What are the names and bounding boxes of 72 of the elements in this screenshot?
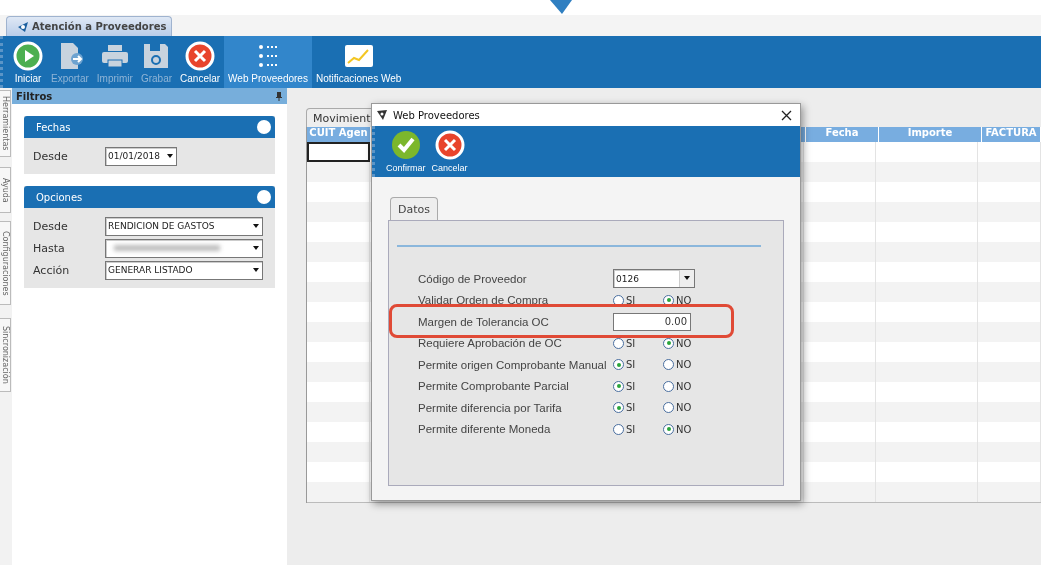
close-icon[interactable] (781, 109, 792, 121)
field-label: Desde (33, 219, 69, 233)
field-label: Código de Proveedor (418, 272, 528, 285)
dropdown-field[interactable]: 0126 (613, 269, 695, 289)
app-tab[interactable]: Atención a Proveedores (6, 16, 173, 36)
field-label: Margen de Tolerancia OC (418, 315, 550, 328)
toolbar-button[interactable]: Cancelar (176, 36, 225, 88)
radio-button[interactable] (613, 380, 624, 392)
dropdown-field[interactable]: GENERAR LISTADO (105, 260, 263, 280)
toolbar-button[interactable]: Cancelar (428, 126, 471, 177)
side-tab[interactable]: Configuraciones (0, 221, 11, 305)
side-tab[interactable]: Sincronización (0, 318, 11, 392)
pin-icon[interactable] (276, 91, 282, 101)
radio-option[interactable]: SI (613, 359, 646, 371)
dropdown-field[interactable]: RENDICION DE GASTOS (105, 216, 263, 236)
app-logo-icon (17, 20, 29, 33)
collapse-icon[interactable] (257, 120, 271, 134)
radio-button[interactable] (663, 423, 674, 435)
toolbar-button[interactable]: Iniciar (9, 36, 47, 88)
checkmark-icon (390, 130, 421, 160)
section-title: Fechas (36, 121, 71, 133)
toolbar-button[interactable]: Confirmar (383, 126, 429, 177)
radio-button[interactable] (613, 337, 624, 349)
section-header[interactable]: Opciones (24, 186, 275, 208)
section-header[interactable]: Fechas (24, 116, 275, 138)
field-label: Permite diferencia por Tarifa (418, 401, 563, 414)
radio-button[interactable] (613, 423, 624, 435)
radio-option[interactable]: SI (613, 402, 646, 414)
radio-button[interactable] (663, 380, 674, 392)
field-label: Desde (33, 149, 69, 163)
radio-option[interactable]: SI (613, 294, 646, 306)
radio-option[interactable]: NO (663, 337, 696, 349)
radio-option[interactable]: NO (663, 359, 696, 371)
date-field[interactable]: 01/01/2018 (105, 146, 177, 166)
radio-option[interactable]: NO (663, 402, 696, 414)
field-label: Permite Comprobante Parcial (418, 380, 570, 393)
selected-cell[interactable] (307, 142, 370, 162)
play-icon (13, 40, 43, 71)
field-label: Validar Orden de Compra (418, 294, 550, 307)
app-logo-icon (376, 109, 388, 121)
toolbar-button[interactable]: Web Proveedores (224, 36, 312, 88)
field-label: Permite origen Comprobante Manual (418, 358, 608, 371)
field-label: Requiere Aprobación de OC (418, 337, 563, 350)
cancel-icon (185, 40, 216, 71)
radio-option[interactable]: NO (663, 294, 696, 306)
radio-option[interactable]: SI (613, 423, 646, 435)
radio-button[interactable] (663, 294, 674, 306)
radio-button[interactable] (663, 359, 674, 371)
radio-option[interactable]: SI (613, 337, 646, 349)
radio-button[interactable] (663, 402, 674, 414)
app-tab-title: Atención a Proveedores (32, 21, 167, 32)
radio-option[interactable]: NO (663, 423, 696, 435)
dialog-title: Web Proveedores (393, 109, 481, 121)
radio-option[interactable]: SI (613, 380, 646, 392)
field-label: Acción (33, 263, 71, 277)
cancel-icon (434, 130, 465, 160)
radio-button[interactable] (613, 294, 624, 306)
side-tab[interactable]: Ayuda (0, 167, 11, 213)
radio-option[interactable]: NO (663, 380, 696, 392)
data-tab[interactable]: Datos (390, 197, 438, 220)
radio-button[interactable] (613, 402, 624, 414)
side-tab[interactable]: Herramientas (0, 90, 11, 157)
field-label: Permite diferente Moneda (418, 423, 552, 436)
filter-panel-title: Filtros (16, 90, 53, 102)
number-field[interactable]: 0.00 (613, 312, 691, 331)
field-label: Hasta (33, 241, 66, 255)
dropdown-field[interactable] (105, 238, 263, 258)
section-title: Opciones (36, 191, 83, 203)
toolbar-button[interactable]: Notificaciones Web (311, 36, 406, 88)
radio-button[interactable] (663, 337, 674, 349)
collapse-icon[interactable] (257, 190, 271, 204)
radio-button[interactable] (613, 359, 624, 371)
